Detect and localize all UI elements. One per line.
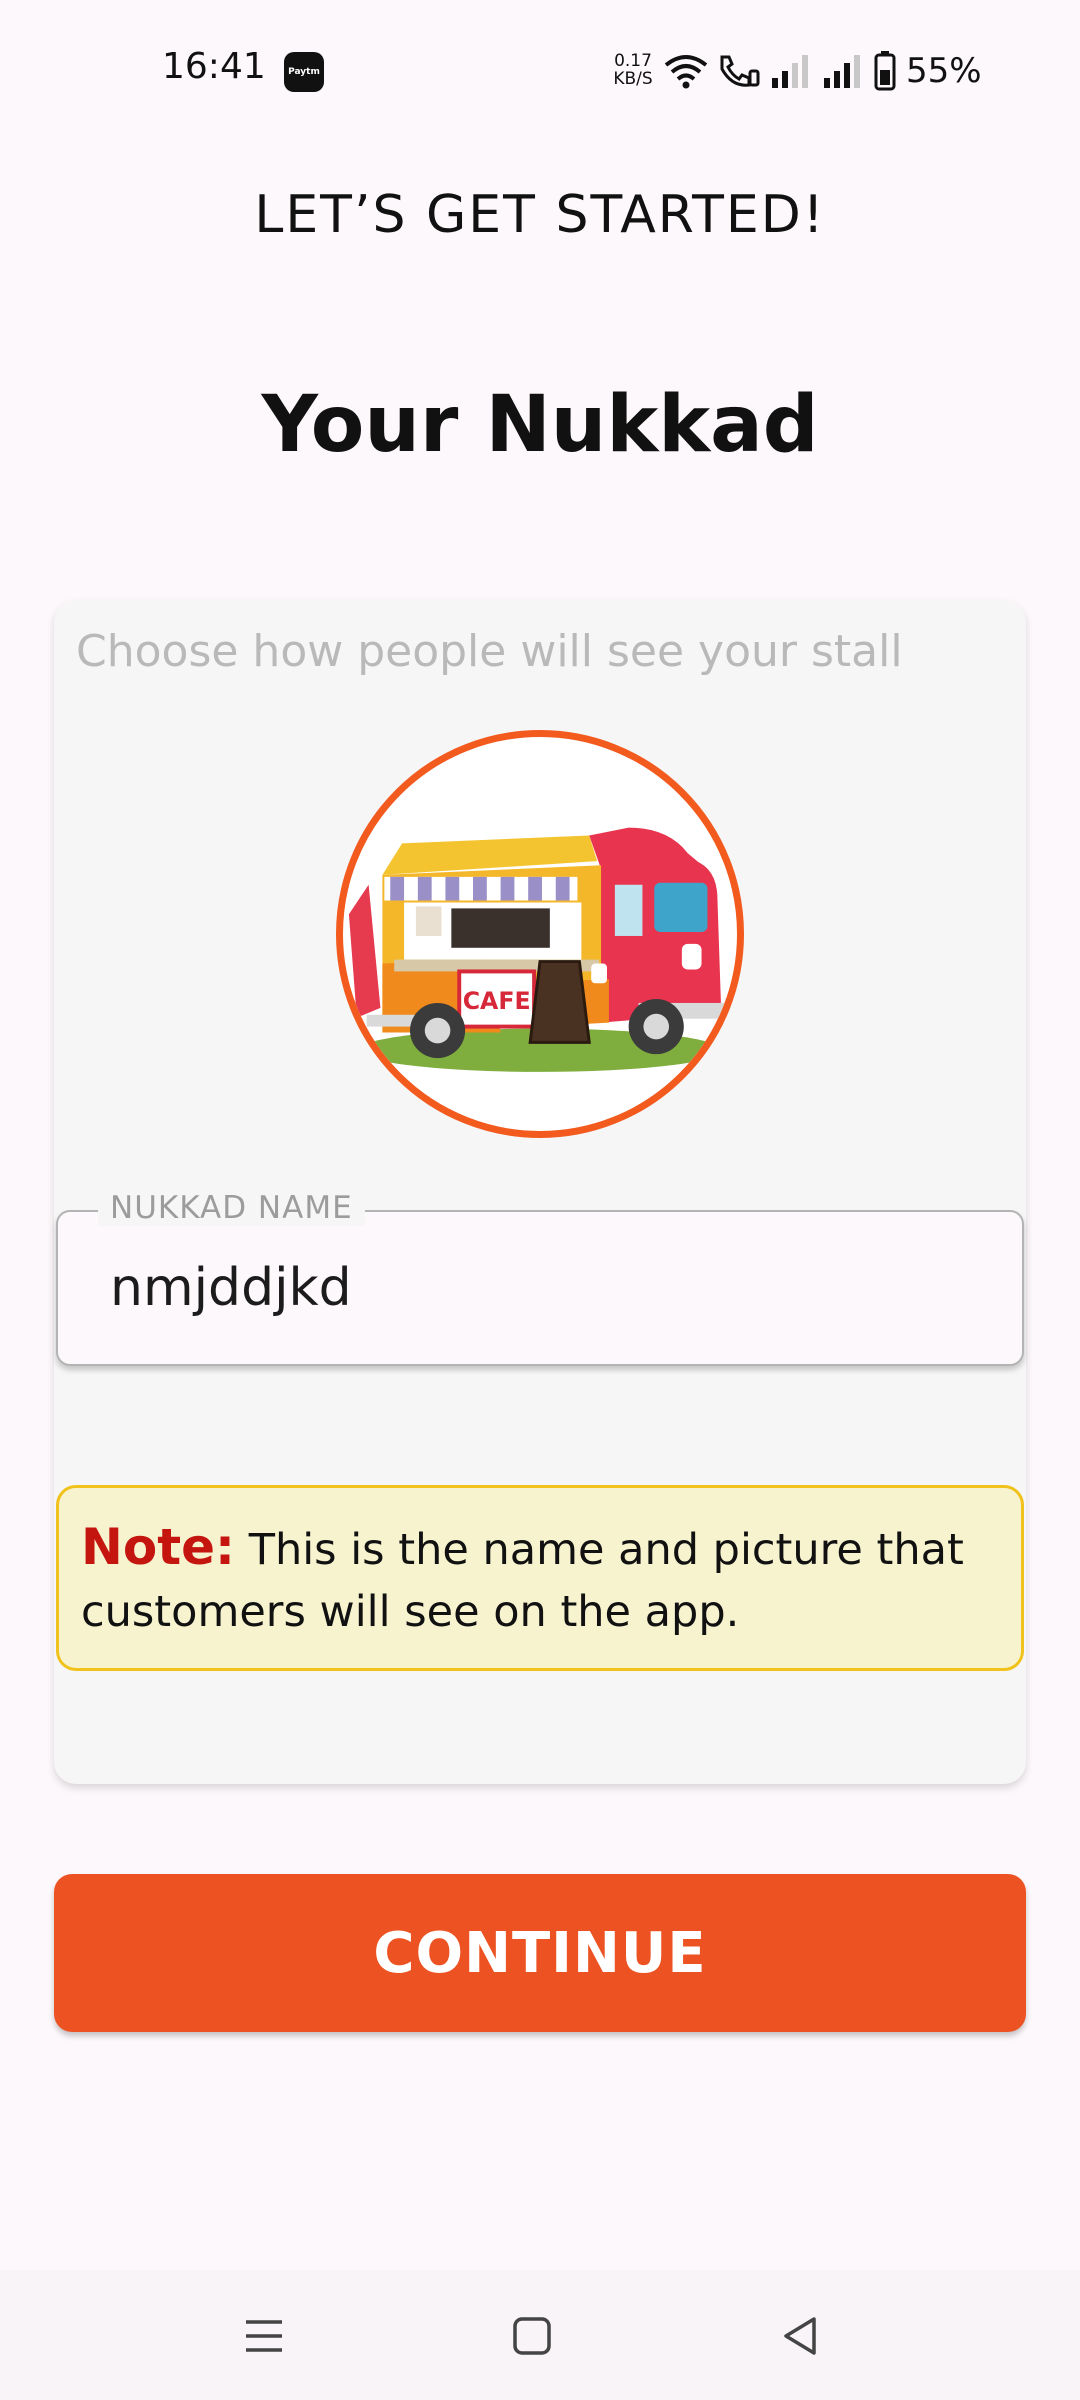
battery-icon: [874, 51, 896, 91]
nukkad-name-input[interactable]: nmjddjkd: [110, 1258, 352, 1318]
paytm-icon: Paytm: [284, 52, 324, 92]
page-subtitle: LET’S GET STARTED!: [254, 185, 826, 245]
stall-profile-card: Choose how people will see your stall CA…: [54, 600, 1026, 1784]
svg-text:CAFE: CAFE: [463, 987, 531, 1015]
network-speed-unit: KB/S: [613, 69, 653, 89]
menu-icon[interactable]: [234, 2306, 294, 2366]
food-truck-icon: CAFE: [348, 827, 728, 1072]
signal-icon: [770, 54, 814, 88]
nukkad-name-label: NUKKAD NAME: [98, 1190, 365, 1226]
network-speed: 0.17 KB/S: [608, 52, 658, 88]
status-time: 16:41: [162, 46, 266, 87]
back-icon[interactable]: [770, 2306, 830, 2366]
stall-avatar[interactable]: CAFE: [336, 730, 744, 1138]
continue-button[interactable]: CONTINUE: [54, 1874, 1026, 2032]
signal-icon: [822, 54, 866, 88]
card-hint: Choose how people will see your stall: [76, 626, 903, 677]
page-title: Your Nukkad: [261, 380, 819, 470]
system-nav-bar: [0, 2270, 1080, 2400]
network-speed-value: 0.17: [614, 51, 652, 71]
status-icons: 55%: [664, 48, 990, 94]
status-bar: 16:41 Paytm 0.17 KB/S 55%: [0, 0, 1080, 140]
nukkad-name-field[interactable]: NUKKAD NAME nmjddjkd: [56, 1190, 1024, 1366]
note-label: Note:: [81, 1518, 236, 1576]
battery-percentage: 55%: [906, 51, 982, 91]
home-icon[interactable]: [502, 2306, 562, 2366]
note-box: Note: This is the name and picture that …: [56, 1485, 1024, 1671]
wifi-icon: [664, 53, 708, 89]
wifi-calling-icon: [716, 53, 762, 89]
